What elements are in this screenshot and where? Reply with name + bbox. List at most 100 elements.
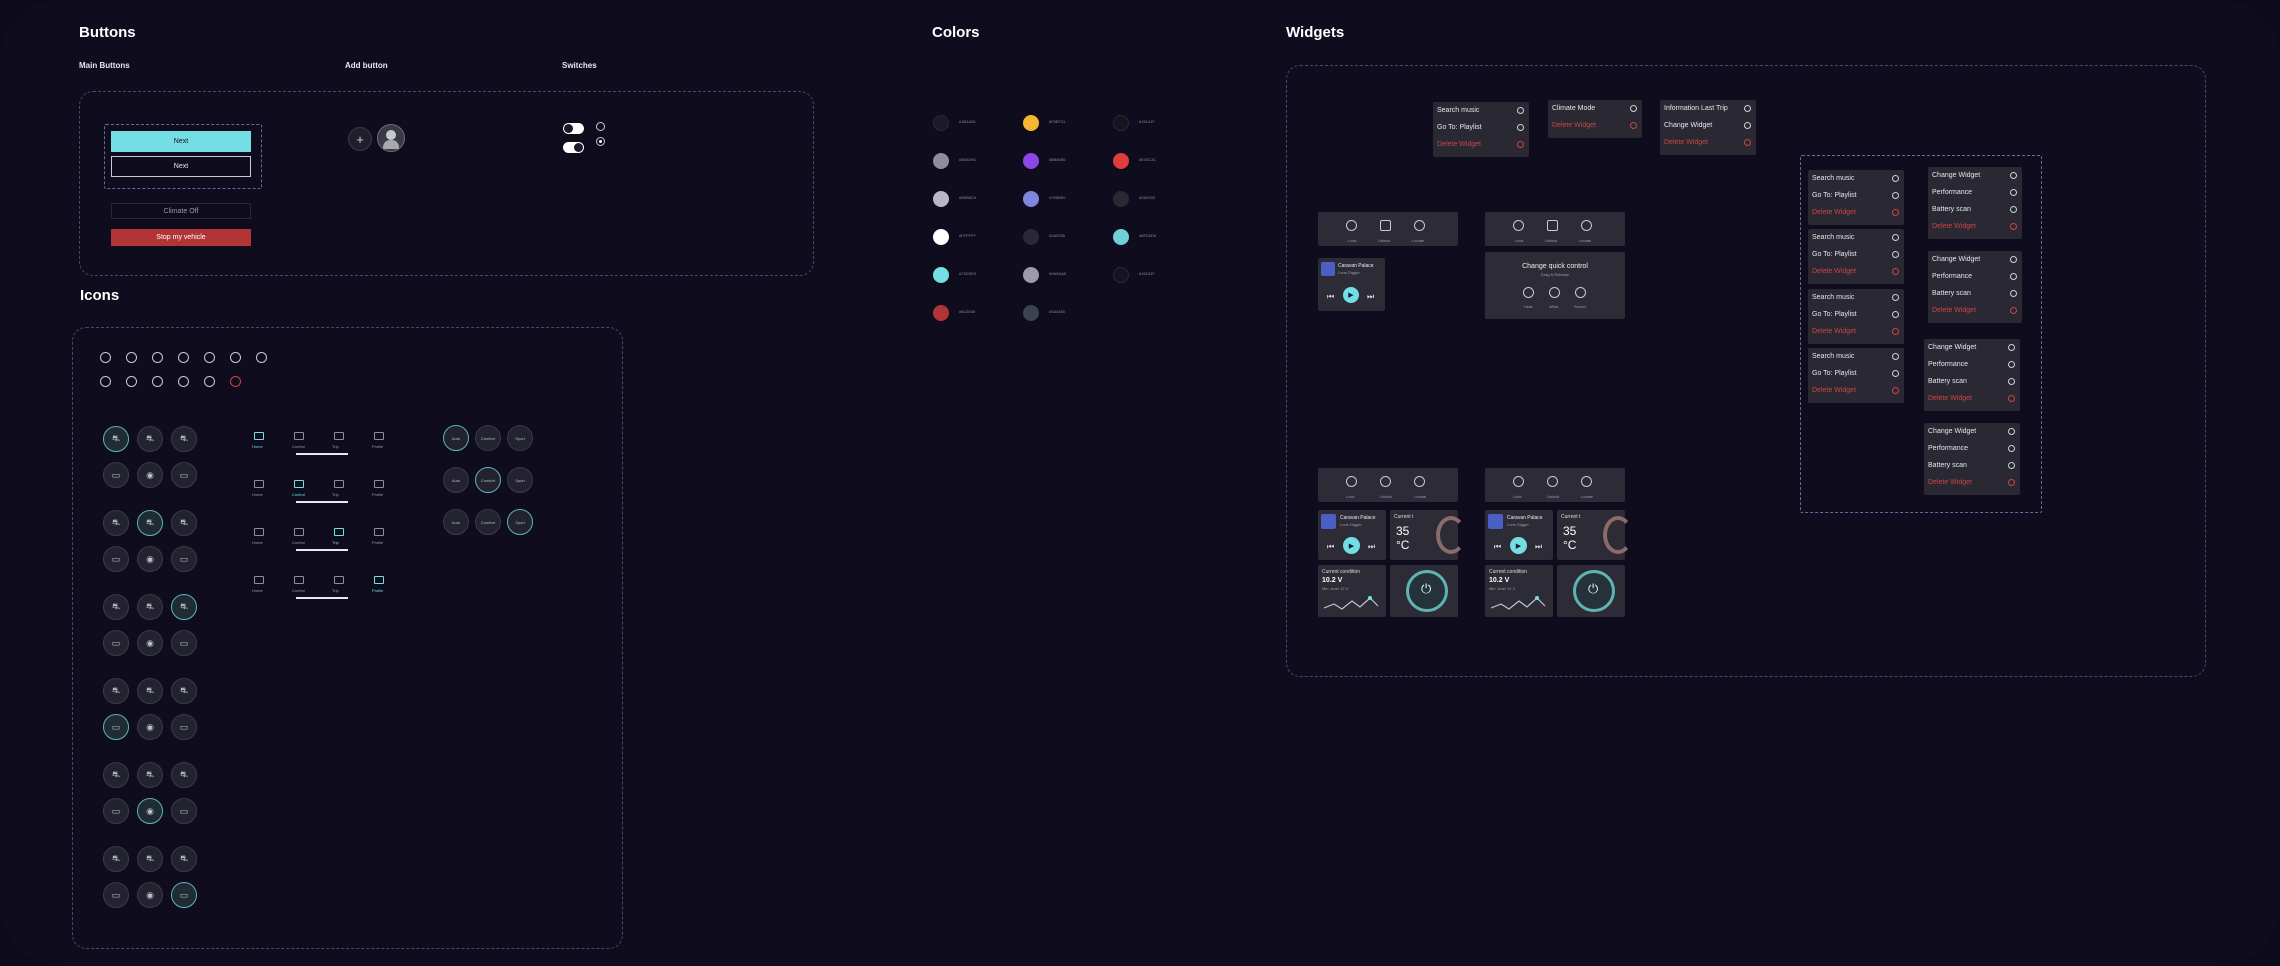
play-icon[interactable]: ▶ [1343, 287, 1359, 303]
mode-pill-auto[interactable]: Auto [443, 425, 469, 451]
locate-icon[interactable] [1414, 476, 1425, 487]
seat-heat-icon-button[interactable]: ⛐ [103, 846, 129, 872]
climate-off-button[interactable]: Climate Off [111, 203, 251, 219]
trip-icon[interactable] [334, 528, 344, 536]
menu-item[interactable]: Go To: Playlist [1812, 311, 1857, 318]
profile-icon[interactable] [374, 432, 384, 440]
radio-unchecked[interactable] [596, 122, 605, 131]
menu-item[interactable]: Performance [1932, 189, 1972, 196]
menu-item[interactable]: Delete Widget [1812, 268, 1856, 275]
mode-pill-comfort[interactable]: Comfort [475, 509, 501, 535]
seat-vent-icon-button[interactable]: ▭ [103, 462, 129, 488]
defrost-icon-button[interactable]: ◉ [137, 714, 163, 740]
steering-heat-icon-button[interactable]: ⛐ [137, 426, 163, 452]
menu-item[interactable]: Performance [1928, 361, 1968, 368]
fan-icon[interactable] [178, 352, 189, 363]
play-icon[interactable]: ▶ [1343, 537, 1360, 554]
wind-icon[interactable] [204, 352, 215, 363]
menu-item[interactable]: Search music [1812, 294, 1854, 301]
menu-item[interactable]: Search music [1812, 175, 1854, 182]
next-primary-button[interactable]: Next [111, 131, 251, 152]
locate-icon[interactable] [1581, 476, 1592, 487]
profile-icon[interactable] [374, 576, 384, 584]
lock-icon[interactable] [1380, 220, 1391, 231]
rear-defrost-icon-button[interactable]: ▭ [171, 798, 197, 824]
menu-item[interactable]: Performance [1932, 273, 1972, 280]
profile-icon[interactable] [374, 528, 384, 536]
defrost-icon-button[interactable]: ◉ [137, 882, 163, 908]
play-icon[interactable] [152, 376, 163, 387]
seat-heat-icon-button[interactable]: ⛐ [103, 762, 129, 788]
seat-heat-icon-button[interactable]: ⛐ [103, 510, 129, 536]
menu-item[interactable]: Go To: Playlist [1812, 192, 1857, 199]
home-icon[interactable] [254, 432, 264, 440]
home-icon[interactable] [254, 528, 264, 536]
menu-item[interactable]: Go To: Playlist [1437, 124, 1482, 131]
seat-vent-icon-button[interactable]: ▭ [103, 630, 129, 656]
clock-icon[interactable] [1513, 220, 1524, 231]
switch-off-toggle[interactable] [563, 123, 584, 134]
lock-icon[interactable] [126, 352, 137, 363]
previous-icon[interactable]: ⏮ [1494, 542, 1501, 552]
seat-cool-icon-button[interactable]: ⛐ [171, 678, 197, 704]
clock-icon[interactable] [1513, 476, 1524, 487]
seat-cool-icon-button[interactable]: ⛐ [171, 510, 197, 536]
rear-defrost-icon-button[interactable]: ▭ [171, 630, 197, 656]
menu-item[interactable]: Change Widget [1932, 172, 1980, 179]
menu-item[interactable]: Delete Widget [1437, 141, 1481, 148]
menu-item[interactable]: Search music [1812, 234, 1854, 241]
sound-icon[interactable] [1575, 287, 1586, 298]
control-icon[interactable] [294, 528, 304, 536]
menu-item[interactable]: Information Last Trip [1664, 105, 1728, 112]
home-icon[interactable] [254, 576, 264, 584]
seat-cool-icon-button[interactable]: ⛐ [171, 594, 197, 620]
menu-item[interactable]: Change Widget [1932, 256, 1980, 263]
menu-item[interactable]: Delete Widget [1552, 122, 1596, 129]
seat-cool-icon-button[interactable]: ⛐ [171, 762, 197, 788]
menu-item[interactable]: Delete Widget [1932, 223, 1976, 230]
rear-defrost-icon-button[interactable]: ▭ [171, 882, 197, 908]
menu-item[interactable]: Delete Widget [1812, 387, 1856, 394]
menu-item[interactable]: Delete Widget [1932, 307, 1976, 314]
clock-icon[interactable] [1346, 476, 1357, 487]
rear-defrost-icon-button[interactable]: ▭ [171, 462, 197, 488]
switch-on-toggle[interactable] [563, 142, 584, 153]
calendar-icon[interactable] [204, 376, 215, 387]
trip-icon[interactable] [334, 432, 344, 440]
locate-icon[interactable] [1414, 220, 1425, 231]
next-icon[interactable]: ⏭ [1368, 542, 1375, 552]
steering-heat-icon-button[interactable]: ⛐ [137, 594, 163, 620]
wind-icon[interactable] [1549, 287, 1560, 298]
seat-heat-icon-button[interactable]: ⛐ [103, 678, 129, 704]
seat-cool-icon-button[interactable]: ⛐ [171, 846, 197, 872]
menu-item[interactable]: Go To: Playlist [1812, 251, 1857, 258]
menu-item[interactable]: Battery scan [1928, 378, 1967, 385]
check-icon[interactable] [126, 376, 137, 387]
next-icon[interactable]: ⏭ [1535, 542, 1542, 552]
minus-circle-icon[interactable] [230, 376, 241, 387]
control-icon[interactable] [294, 432, 304, 440]
defrost-icon-button[interactable]: ◉ [137, 798, 163, 824]
menu-item[interactable]: Battery scan [1928, 462, 1967, 469]
steering-heat-icon-button[interactable]: ⛐ [137, 762, 163, 788]
menu-item[interactable]: Go To: Playlist [1812, 370, 1857, 377]
control-icon[interactable] [294, 480, 304, 488]
stop-vehicle-button[interactable]: Stop my vehicle [111, 229, 251, 246]
menu-item[interactable]: Delete Widget [1928, 395, 1972, 402]
menu-item[interactable]: Performance [1928, 445, 1968, 452]
lock-icon[interactable] [1547, 220, 1558, 231]
defrost-icon-button[interactable]: ◉ [137, 462, 163, 488]
menu-item[interactable]: Delete Widget [1664, 139, 1708, 146]
home-icon[interactable] [254, 480, 264, 488]
steering-heat-icon-button[interactable]: ⛐ [137, 846, 163, 872]
next-outline-button[interactable]: Next [111, 156, 251, 177]
radio-checked[interactable] [596, 137, 605, 146]
heat-icon[interactable] [1523, 287, 1534, 298]
seat-vent-icon-button[interactable]: ▭ [103, 798, 129, 824]
mode-pill-sport[interactable]: Sport [507, 509, 533, 535]
defrost-icon-button[interactable]: ◉ [137, 630, 163, 656]
trip-icon[interactable] [334, 480, 344, 488]
menu-item[interactable]: Search music [1437, 107, 1479, 114]
trip-icon[interactable] [334, 576, 344, 584]
mode-pill-auto[interactable]: Auto [443, 509, 469, 535]
